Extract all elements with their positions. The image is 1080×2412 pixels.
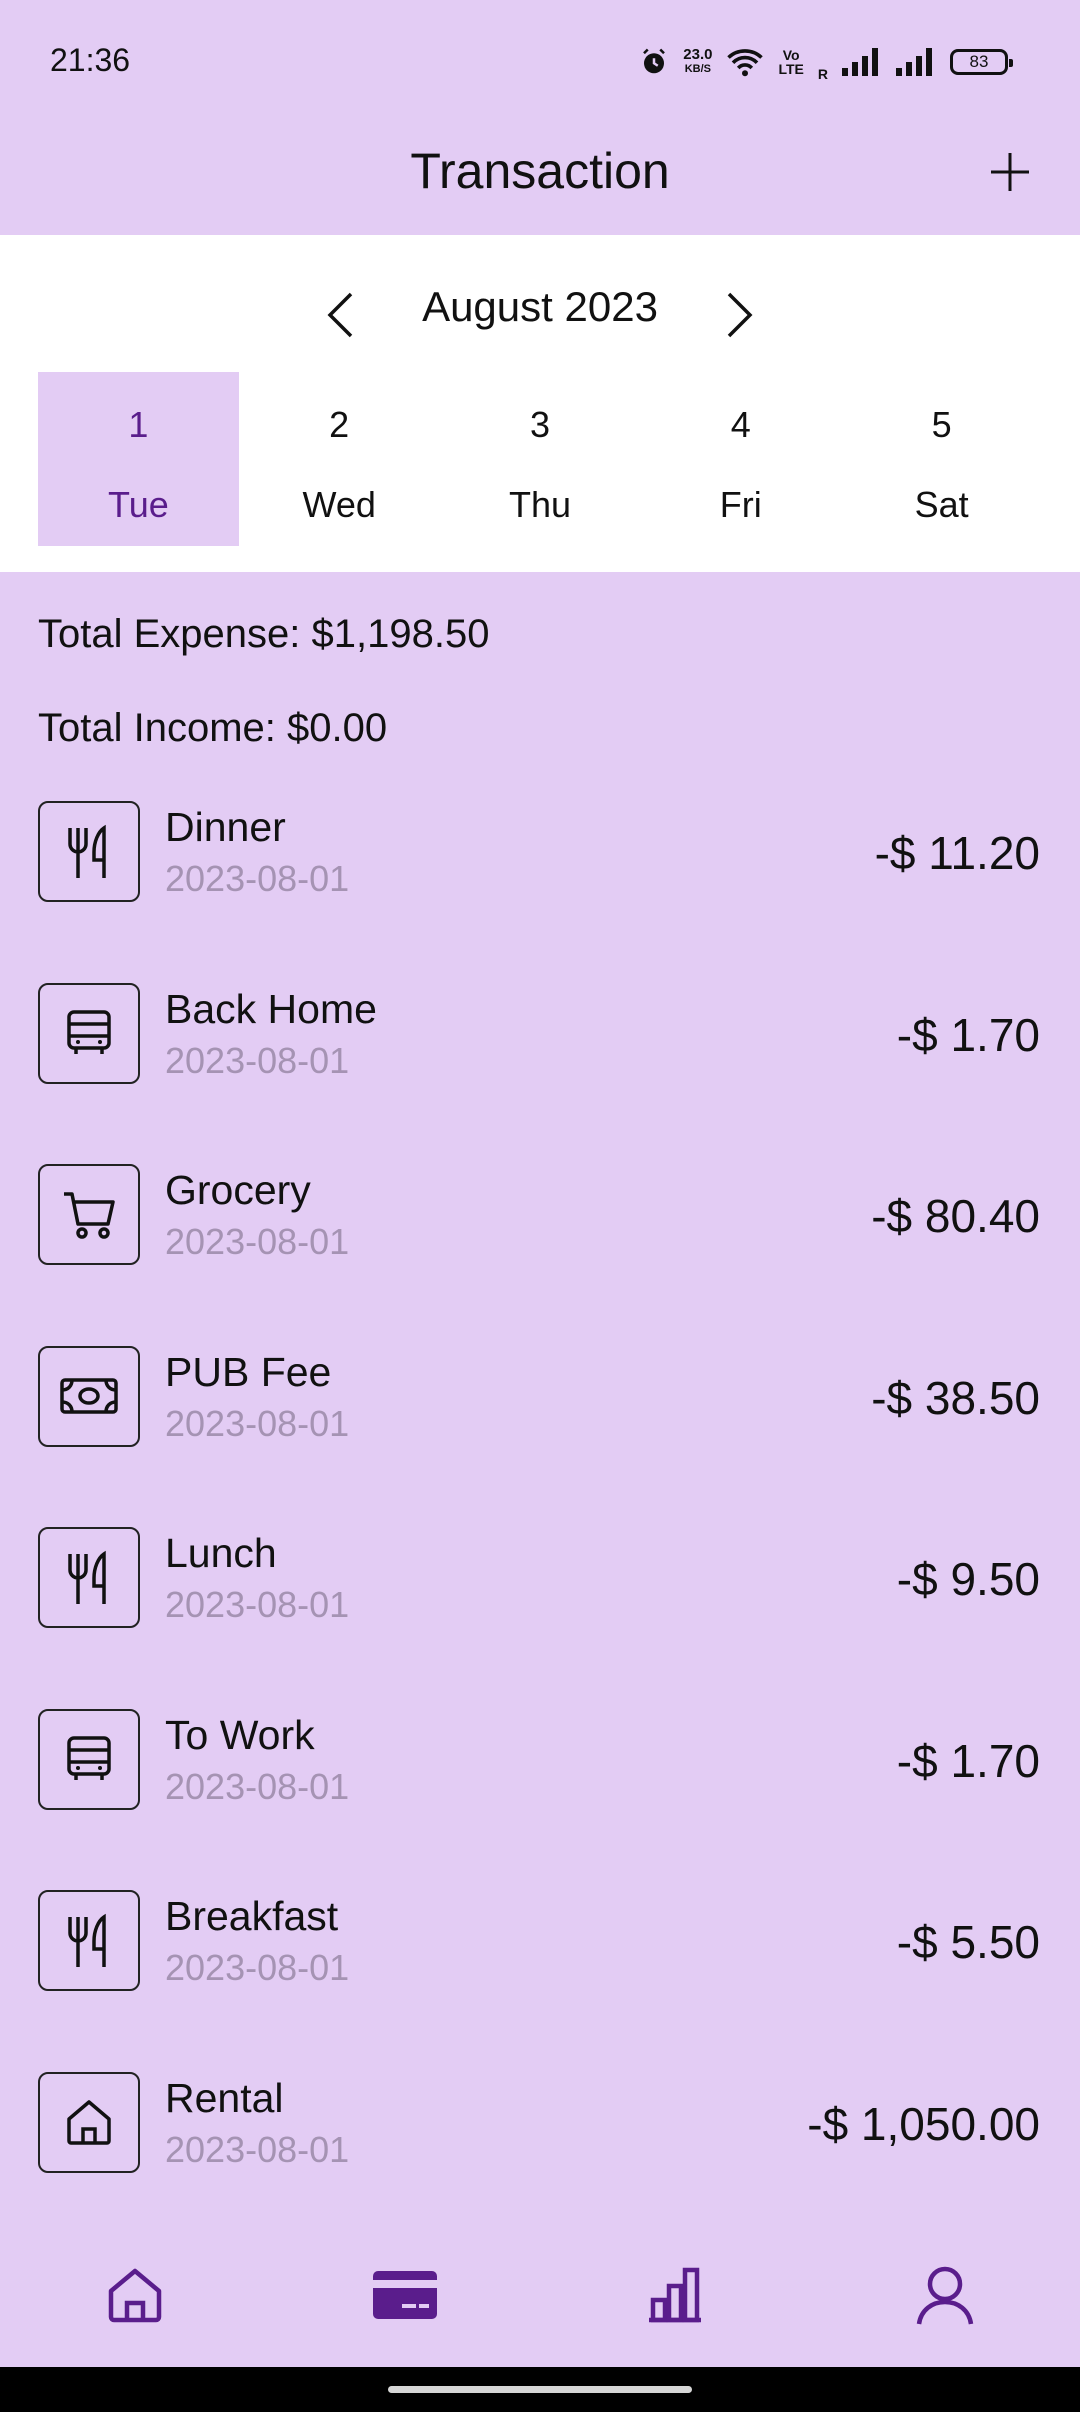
transaction-title: Dinner <box>165 804 286 850</box>
transaction-title: Lunch <box>165 1530 277 1576</box>
day-name: Sat <box>914 484 969 525</box>
transaction-title: To Work <box>165 1711 315 1758</box>
transaction-date: 2023-08-01 <box>165 1221 350 1262</box>
transaction-amount: -$ 11.20 <box>874 827 1040 879</box>
page-title: Transaction <box>410 143 670 199</box>
transaction-amount: -$ 80.40 <box>871 1190 1040 1242</box>
utensils-icon <box>38 1890 140 1991</box>
nav-profile[interactable] <box>810 2222 1080 2367</box>
status-icons: 23.0 KB/S Vo LTE R 83 <box>639 42 1013 82</box>
house-icon <box>38 2071 140 2173</box>
transaction-title: Breakfast <box>165 1893 339 1939</box>
day-name: Thu <box>508 484 572 525</box>
transaction-amount: -$ 1.70 <box>896 1008 1040 1061</box>
transaction-title: PUB Fee <box>165 1348 332 1395</box>
bus-icon <box>38 982 140 1084</box>
day-number: 1 <box>128 404 149 445</box>
signal-icon-2 <box>896 48 932 76</box>
transaction-date: 2023-08-01 <box>165 1765 350 1807</box>
day-item-4[interactable]: 4 Fri <box>640 372 841 546</box>
day-number: 3 <box>529 404 550 445</box>
totals-summary: Total Expense: $1,198.50 Total Income: $… <box>38 612 489 800</box>
home-icon <box>108 2268 162 2322</box>
home-gesture-pill[interactable] <box>388 2386 692 2393</box>
day-item-1[interactable]: 1 Tue <box>38 372 239 546</box>
transaction-item[interactable]: Lunch 2023-08-01 -$ 9.50 <box>0 1526 1080 1708</box>
day-name: Tue <box>108 484 169 525</box>
volte-label: Vo <box>782 47 800 63</box>
add-transaction-button[interactable] <box>980 142 1040 202</box>
transaction-date: 2023-08-01 <box>165 1039 350 1081</box>
transaction-item[interactable]: Dinner 2023-08-01 -$ 11.20 <box>0 800 1080 982</box>
day-strip: 1 Tue 2 Wed 3 Thu 4 Fri 5 Sat <box>38 372 1042 546</box>
transaction-date: 2023-08-01 <box>165 2128 350 2170</box>
transaction-date: 2023-08-01 <box>165 1947 350 1988</box>
transaction-amount: -$ 9.50 <box>896 1553 1040 1605</box>
net-speed-unit: KB/S <box>684 63 711 75</box>
bottom-navigation <box>0 2222 1080 2367</box>
signal-icon <box>842 48 878 76</box>
battery-level: 83 <box>969 52 989 71</box>
day-number: 5 <box>931 404 952 445</box>
alarm-icon <box>643 48 666 74</box>
day-item-3[interactable]: 3 Thu <box>440 372 641 546</box>
transaction-item[interactable]: Breakfast 2023-08-01 -$ 5.50 <box>0 1889 1080 2071</box>
day-number: 4 <box>730 404 751 445</box>
nav-home[interactable] <box>0 2222 270 2367</box>
nav-statistics[interactable] <box>540 2222 810 2367</box>
volte-indicator: Vo LTE <box>778 48 803 76</box>
day-name: Fri <box>719 484 762 525</box>
month-selector: August 2023 <box>0 265 1080 360</box>
transaction-date: 2023-08-01 <box>165 858 350 899</box>
net-speed: 23.0 KB/S <box>683 47 712 77</box>
calendar-section: August 2023 1 Tue 2 Wed 3 Thu 4 Fri 5 Sa… <box>0 235 1080 572</box>
day-number: 2 <box>329 404 350 445</box>
next-month-button[interactable] <box>710 285 770 345</box>
day-item-5[interactable]: 5 Sat <box>841 372 1042 546</box>
nav-transactions[interactable] <box>270 2222 540 2367</box>
transaction-amount: -$ 1,050.00 <box>807 2097 1040 2150</box>
day-item-2[interactable]: 2 Wed <box>239 372 440 546</box>
status-time: 21:36 <box>50 42 131 78</box>
card-icon <box>373 2270 437 2319</box>
utensils-icon <box>38 801 140 902</box>
lte-label: LTE <box>778 61 804 77</box>
transaction-item[interactable]: PUB Fee 2023-08-01 -$ 38.50 <box>0 1345 1080 1527</box>
transaction-amount: -$ 1.70 <box>896 1734 1040 1787</box>
chart-icon <box>649 2267 701 2322</box>
transaction-amount: -$ 5.50 <box>896 1916 1040 1968</box>
net-speed-value: 23.0 <box>683 46 713 63</box>
month-label: August 2023 <box>422 283 658 330</box>
profile-icon <box>916 2266 974 2324</box>
transaction-title: Grocery <box>165 1167 311 1213</box>
transaction-date: 2023-08-01 <box>165 1402 350 1444</box>
transaction-title: Rental <box>165 2074 284 2121</box>
day-name: Wed <box>302 484 376 525</box>
status-bar: 21:36 23.0 KB/S Vo LTE R 83 <box>0 0 1080 122</box>
transaction-list: Dinner 2023-08-01 -$ 11.20 Back Home 202… <box>0 800 1080 2252</box>
transaction-item[interactable]: To Work 2023-08-01 -$ 1.70 <box>0 1708 1080 1890</box>
cash-icon <box>38 1345 140 1447</box>
total-income: Total Income: $0.00 <box>38 706 388 750</box>
system-navigation-bar <box>0 2367 1080 2412</box>
transaction-item[interactable]: Grocery 2023-08-01 -$ 80.40 <box>0 1163 1080 1345</box>
transaction-amount: -$ 38.50 <box>871 1371 1040 1424</box>
bus-icon <box>38 1708 140 1810</box>
transaction-item[interactable]: Back Home 2023-08-01 -$ 1.70 <box>0 982 1080 1164</box>
cart-icon <box>38 1164 140 1265</box>
utensils-icon <box>38 1527 140 1628</box>
chevron-right-icon <box>727 292 753 338</box>
plus-icon <box>991 153 1029 191</box>
roaming-indicator: R <box>817 66 828 82</box>
transaction-title: Back Home <box>165 985 377 1032</box>
app-bar: Transaction <box>0 122 1080 235</box>
total-expense: Total Expense: $1,198.50 <box>38 612 490 656</box>
battery-icon: 83 <box>950 49 1013 75</box>
transaction-date: 2023-08-01 <box>165 1584 350 1625</box>
wifi-icon <box>727 49 764 77</box>
